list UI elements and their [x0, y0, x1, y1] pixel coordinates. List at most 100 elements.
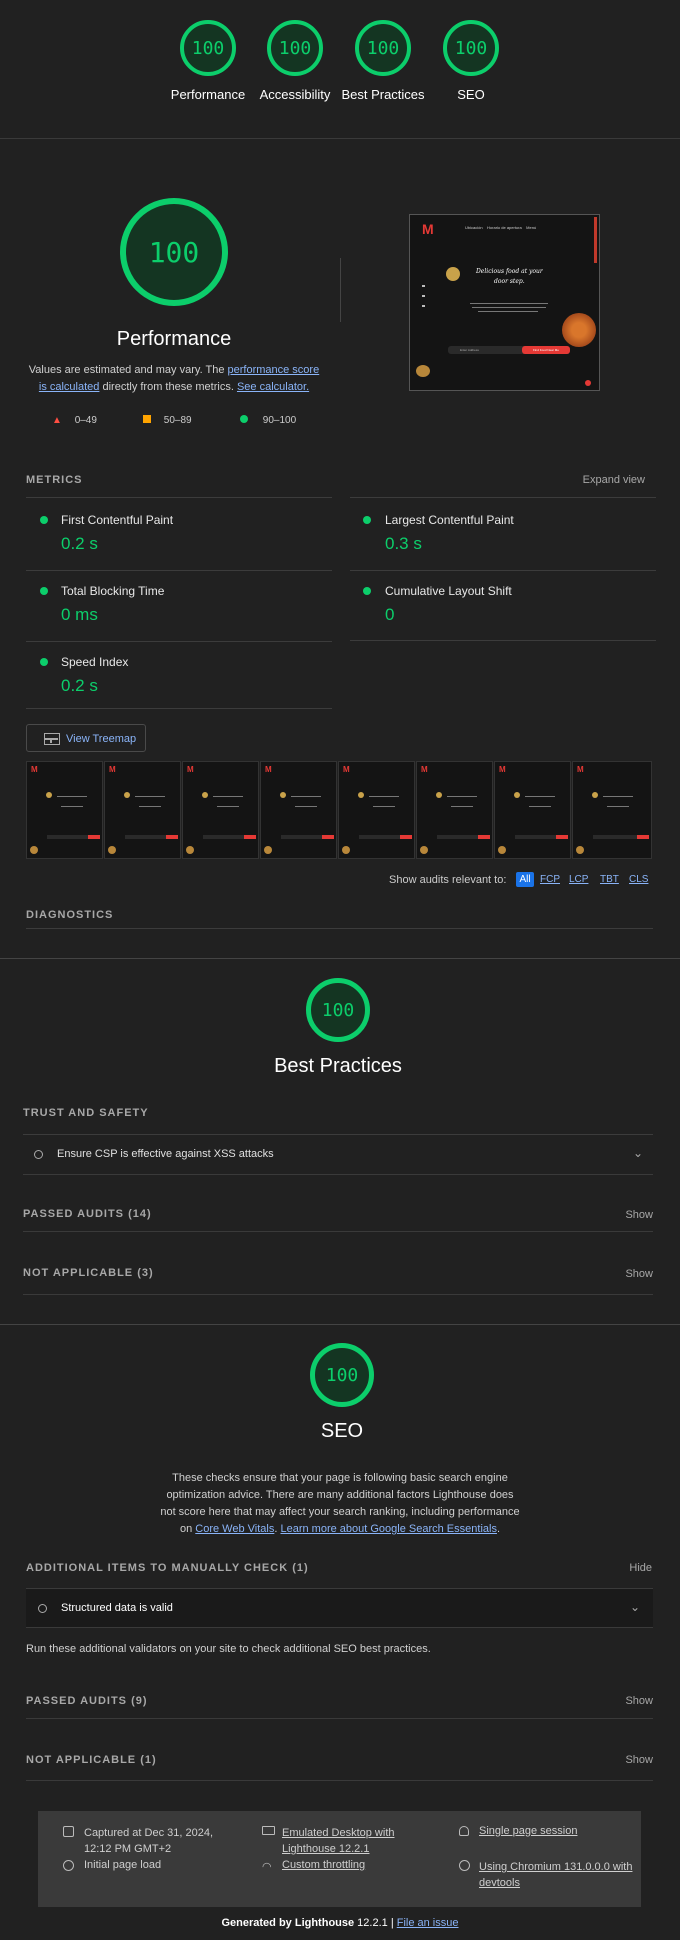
show-toggle[interactable]: Show: [625, 1695, 653, 1707]
wifi-icon: ◠: [262, 1861, 272, 1873]
gauge-label-seo[interactable]: SEO: [423, 86, 519, 103]
pass-dot-icon: [40, 658, 48, 666]
filter-label: Show audits relevant to:: [389, 874, 507, 886]
custom-throttling[interactable]: Custom throttling: [282, 1859, 365, 1871]
legend-fail: ▲ 0–49: [52, 415, 97, 426]
frame-food-icon: [264, 846, 272, 854]
preview-cta-button: Find Food Near Me: [522, 346, 570, 354]
seo-not-applicable-group[interactable]: NOT APPLICABLE (1) Show: [26, 1741, 653, 1781]
hide-toggle[interactable]: Hide: [600, 1562, 652, 1574]
filmstrip-frame[interactable]: M: [338, 761, 415, 859]
metric-name: Cumulative Layout Shift: [385, 584, 512, 598]
show-toggle[interactable]: Show: [625, 1268, 653, 1280]
frame-text-line: [451, 806, 473, 807]
filter-tbt[interactable]: TBT: [600, 874, 619, 885]
metrics-divider: [26, 497, 332, 498]
view-treemap-button[interactable]: View Treemap: [26, 724, 146, 752]
final-screenshot[interactable]: M Ubicación Horario de apertura Menú Del…: [409, 214, 600, 391]
diagnostics-heading[interactable]: DIAGNOSTICS: [26, 909, 113, 921]
frame-logo: M: [187, 765, 194, 774]
frame-logo: M: [577, 765, 584, 774]
metric-value: 0.3 s: [385, 534, 422, 553]
gauge-seo-small[interactable]: 100: [443, 20, 499, 76]
audit-title: Structured data is valid: [61, 1602, 173, 1614]
pass-dot-icon: [363, 516, 371, 524]
pass-dot-icon: [40, 516, 48, 524]
preview-logo: M: [422, 221, 434, 237]
score-value: 100: [366, 37, 400, 59]
gauge-accessibility-small[interactable]: 100: [267, 20, 323, 76]
filmstrip-frame[interactable]: M: [416, 761, 493, 859]
gauge-best-practices-small[interactable]: 100: [355, 20, 411, 76]
legend-label: 0–49: [74, 415, 97, 426]
show-toggle[interactable]: Show: [625, 1209, 653, 1221]
metrics-divider: [26, 641, 332, 642]
filter-fcp[interactable]: FCP: [540, 874, 560, 885]
average-square-icon: [143, 415, 151, 423]
diagnostics-divider: [26, 928, 653, 929]
section-divider: [0, 1324, 680, 1325]
frame-food-icon: [420, 846, 428, 854]
not-applicable-group[interactable]: NOT APPLICABLE (3) Show: [23, 1255, 653, 1295]
filter-all[interactable]: All: [516, 872, 534, 887]
calculator-link[interactable]: See calculator.: [237, 381, 309, 393]
filter-lcp[interactable]: LCP: [569, 874, 588, 885]
filmstrip-frame[interactable]: M: [572, 761, 652, 859]
treemap-icon-line: [50, 738, 52, 743]
core-web-vitals-link[interactable]: Core Web Vitals: [195, 1523, 274, 1535]
timer-icon: [63, 1860, 74, 1871]
frame-text-line: [603, 796, 633, 797]
metric-value: 0 ms: [61, 605, 98, 624]
frame-logo: M: [343, 765, 350, 774]
performance-title: Performance: [116, 328, 232, 350]
filmstrip-frame[interactable]: M: [182, 761, 259, 859]
generated-version: 12.2.1 |: [354, 1917, 397, 1929]
file-issue-link[interactable]: File an issue: [397, 1917, 459, 1929]
fail-triangle-icon: ▲: [52, 415, 62, 426]
single-page-session[interactable]: Single page session: [479, 1825, 577, 1837]
informative-circle-icon: [38, 1604, 47, 1613]
gauge-label-accessibility[interactable]: Accessibility: [247, 86, 343, 103]
frame-icon: [280, 792, 286, 798]
gauge-label-performance[interactable]: Performance: [160, 86, 256, 103]
frame-icon: [592, 792, 598, 798]
frame-cta: [166, 835, 178, 839]
emulated-desktop[interactable]: Emulated Desktop with Lighthouse 12.2.1: [282, 1825, 422, 1857]
lighthouse-brand: Lighthouse: [294, 1917, 355, 1929]
gauge-label-best-practices[interactable]: Best Practices: [338, 86, 428, 103]
manual-check-heading[interactable]: ADDITIONAL ITEMS TO MANUALLY CHECK (1): [26, 1562, 309, 1574]
filter-cls[interactable]: CLS: [629, 874, 648, 885]
expand-view-toggle[interactable]: Expand view: [540, 474, 645, 486]
generated-by: Generated by Lighthouse 12.2.1 | File an…: [0, 1917, 680, 1929]
filmstrip-frame[interactable]: M: [494, 761, 571, 859]
group-label: NOT APPLICABLE (1): [26, 1754, 157, 1766]
seo-passed-audits-group[interactable]: PASSED AUDITS (9) Show: [26, 1683, 653, 1719]
metrics-divider: [26, 708, 332, 709]
preview-red-dot: [585, 380, 591, 386]
legend-average: 50–89: [143, 415, 192, 426]
frame-text-line: [213, 796, 243, 797]
filmstrip-frame[interactable]: M: [26, 761, 103, 859]
passed-audits-group[interactable]: PASSED AUDITS (14) Show: [23, 1196, 653, 1232]
frame-logo: M: [109, 765, 116, 774]
metric-value: 0.2 s: [61, 676, 98, 695]
informative-circle-icon: [34, 1150, 43, 1159]
chevron-down-icon: ⌄: [633, 1146, 644, 1160]
treemap-icon-line: [45, 738, 58, 740]
chromium-version[interactable]: Using Chromium 131.0.0.0 with devtools: [479, 1859, 639, 1891]
frame-cta: [478, 835, 490, 839]
audit-csp-xss[interactable]: Ensure CSP is effective against XSS atta…: [23, 1135, 653, 1175]
metrics-divider: [26, 570, 332, 571]
filmstrip-frame[interactable]: M: [104, 761, 181, 859]
frame-cta: [556, 835, 568, 839]
performance-note: Values are estimated and may vary. The p…: [24, 362, 324, 396]
frame-text-line: [369, 796, 399, 797]
frame-text-line: [135, 796, 165, 797]
metrics-divider: [350, 640, 656, 641]
show-toggle[interactable]: Show: [625, 1754, 653, 1766]
filmstrip-frame[interactable]: M: [260, 761, 337, 859]
preview-nav-item: Horario de apertura: [487, 225, 522, 230]
audit-structured-data[interactable]: Structured data is valid ⌄: [26, 1588, 653, 1628]
search-essentials-link[interactable]: Learn more about Google Search Essential…: [280, 1523, 496, 1535]
gauge-performance-small[interactable]: 100: [180, 20, 236, 76]
